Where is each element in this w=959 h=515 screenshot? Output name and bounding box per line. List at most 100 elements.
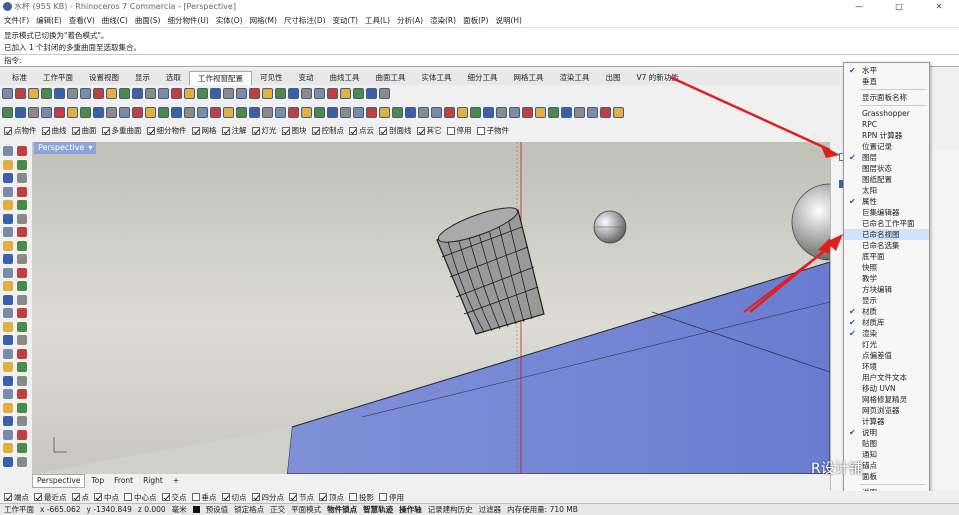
checkbox-icon[interactable] xyxy=(349,493,357,501)
checkbox-icon[interactable] xyxy=(94,493,102,501)
checkbox-icon[interactable] xyxy=(379,493,387,501)
menu-item[interactable]: 尺寸标注(D) xyxy=(284,15,326,26)
checkbox-icon[interactable] xyxy=(34,493,42,501)
tool-icon[interactable] xyxy=(28,88,39,99)
context-menu-item[interactable]: 环境 xyxy=(844,361,929,372)
context-menu-item[interactable]: 显示面板名称 xyxy=(844,92,929,103)
menu-item[interactable]: 实体(O) xyxy=(216,15,243,26)
tool-icon[interactable] xyxy=(17,200,27,210)
tool-icon[interactable] xyxy=(17,294,27,305)
tool-icon[interactable] xyxy=(236,107,247,118)
tool-icon[interactable] xyxy=(67,88,78,99)
osnap-checkbox[interactable]: 停用 xyxy=(379,492,404,503)
viewport-tab[interactable]: Perspective xyxy=(32,474,86,488)
tool-icon[interactable] xyxy=(574,107,585,118)
tool-icon[interactable] xyxy=(17,159,27,170)
context-menu-item[interactable]: 贴图 xyxy=(844,438,929,449)
viewport-tab[interactable]: + xyxy=(169,475,183,487)
checkbox-icon[interactable] xyxy=(251,126,260,135)
menu-item[interactable]: 曲线(C) xyxy=(102,15,128,26)
context-menu-item[interactable]: 巨集编辑器 xyxy=(844,207,929,218)
status-gumball[interactable]: 操作轴 xyxy=(399,504,422,515)
tool-icon[interactable] xyxy=(314,107,325,118)
tool-icon[interactable] xyxy=(262,107,273,118)
tool-icon[interactable] xyxy=(210,107,221,118)
tool-icon[interactable] xyxy=(3,281,13,291)
filter-checkbox[interactable]: 停用 xyxy=(446,125,472,136)
tool-icon[interactable] xyxy=(17,416,27,426)
tool-icon[interactable] xyxy=(249,107,260,118)
context-menu-item[interactable]: 已命名视图 xyxy=(844,229,929,240)
status-smarttrack[interactable]: 智慧轨迹 xyxy=(363,504,393,515)
tool-icon[interactable] xyxy=(17,281,27,291)
checkbox-icon[interactable] xyxy=(416,126,425,135)
checkbox-icon[interactable] xyxy=(161,493,170,501)
tool-icon[interactable] xyxy=(17,335,27,345)
checkbox-icon[interactable] xyxy=(4,493,12,501)
osnap-checkbox[interactable]: 顶点 xyxy=(319,492,344,503)
tool-icon[interactable] xyxy=(67,107,78,118)
tool-icon[interactable] xyxy=(444,107,455,118)
status-osnap[interactable]: 物件锁点 xyxy=(327,504,357,515)
checkbox-icon[interactable] xyxy=(446,126,455,135)
tool-icon[interactable] xyxy=(17,173,27,183)
checkbox-icon[interactable] xyxy=(71,493,80,501)
tool-icon[interactable] xyxy=(223,107,234,118)
tool-icon[interactable] xyxy=(119,107,130,118)
toolbar-tab[interactable]: 渲染工具 xyxy=(552,71,598,85)
toolbar-tab[interactable]: 标准 xyxy=(4,71,35,85)
tool-icon[interactable] xyxy=(106,88,117,99)
toolbar-tab[interactable]: 出图 xyxy=(598,71,629,85)
context-menu-item[interactable]: 网页浏览器 xyxy=(844,405,929,416)
tool-icon[interactable] xyxy=(106,107,117,118)
tool-icon[interactable] xyxy=(509,107,520,118)
tool-icon[interactable] xyxy=(275,107,286,118)
tool-icon[interactable] xyxy=(3,443,13,453)
tool-icon[interactable] xyxy=(3,335,13,345)
context-menu-item[interactable]: 已命名选集 xyxy=(844,240,929,251)
tool-icon[interactable] xyxy=(3,456,13,467)
menu-item[interactable]: 网格(M) xyxy=(250,15,277,26)
context-menu-item[interactable]: 太阳 xyxy=(844,185,929,196)
status-plane[interactable]: 工作平面 xyxy=(4,504,34,515)
tool-icon[interactable] xyxy=(197,107,208,118)
tool-icon[interactable] xyxy=(587,107,598,118)
osnap-checkbox[interactable]: 投影 xyxy=(349,492,374,503)
menu-item[interactable]: 文件(F) xyxy=(4,15,29,26)
tool-icon[interactable] xyxy=(184,88,195,99)
tool-icon[interactable] xyxy=(275,88,286,99)
context-menu-item[interactable]: 网格修复精灵 xyxy=(844,394,929,405)
tool-icon[interactable] xyxy=(3,294,13,305)
tool-icon[interactable] xyxy=(3,389,13,399)
tool-icon[interactable] xyxy=(119,88,130,99)
status-lock[interactable]: 锁定格点 xyxy=(234,504,264,515)
tool-icon[interactable] xyxy=(17,321,27,332)
tool-icon[interactable] xyxy=(548,107,559,118)
context-menu-item[interactable]: 移动 UVN xyxy=(844,383,929,394)
toolbar-tab[interactable]: 工作视窗配置 xyxy=(189,71,252,85)
context-menu-item[interactable]: ✔ 渲染 xyxy=(844,328,929,339)
filter-checkbox[interactable]: 细分物件 xyxy=(146,125,187,136)
tool-icon[interactable] xyxy=(15,88,26,99)
tool-icon[interactable] xyxy=(236,88,247,99)
context-menu-item[interactable]: 点偏差值 xyxy=(844,350,929,361)
viewport-menu-icon[interactable]: ▾ xyxy=(88,142,92,154)
filter-checkbox[interactable]: 控制点 xyxy=(311,125,344,136)
osnap-checkbox[interactable]: 端点 xyxy=(4,492,29,503)
filter-checkbox[interactable]: 子物件 xyxy=(476,125,509,136)
context-menu-item[interactable]: 快照 xyxy=(844,262,929,273)
toolbar-tab[interactable]: 网格工具 xyxy=(506,71,552,85)
tool-icon[interactable] xyxy=(301,107,312,118)
close-button[interactable]: ✕ xyxy=(919,0,959,13)
tool-icon[interactable] xyxy=(327,107,338,118)
osnap-checkbox[interactable]: 中点 xyxy=(94,492,119,503)
checkbox-icon[interactable] xyxy=(281,126,290,135)
tool-icon[interactable] xyxy=(80,88,91,99)
tool-icon[interactable] xyxy=(158,107,169,118)
context-menu-item[interactable]: RPC xyxy=(844,119,929,130)
context-menu-item[interactable]: ✔ 材质 xyxy=(844,306,929,317)
tool-icon[interactable] xyxy=(3,240,13,251)
filter-checkbox[interactable]: 其它 xyxy=(416,125,442,136)
context-menu-item[interactable]: 图层状态 xyxy=(844,163,929,174)
toolbar-tab[interactable]: 曲线工具 xyxy=(322,71,368,85)
